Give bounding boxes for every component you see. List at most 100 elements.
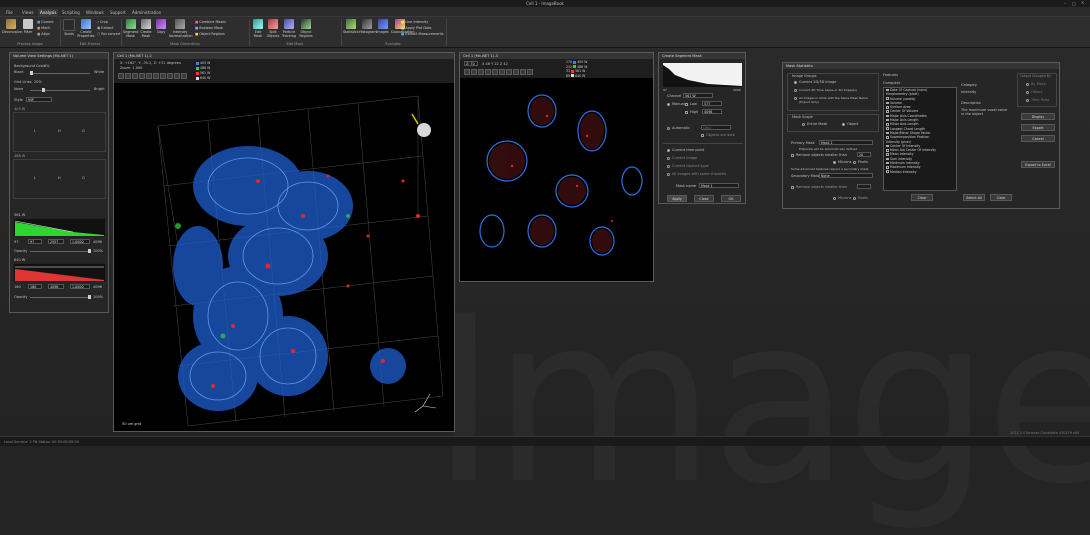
light-tool[interactable]	[160, 73, 166, 79]
channel-640-histogram[interactable]	[13, 263, 106, 282]
microns2-radio[interactable]	[833, 197, 836, 200]
tab-scripting[interactable]: Scripting	[60, 9, 82, 17]
by-object-radio[interactable]	[1026, 91, 1029, 94]
current-time-point-radio[interactable]	[667, 149, 670, 152]
slice-tool-9[interactable]	[520, 69, 526, 75]
clear-all-button[interactable]: Clear	[990, 194, 1012, 201]
feature-checkbox[interactable]	[886, 88, 889, 92]
particle-tracking-button[interactable]: Particle Tracking	[281, 19, 297, 41]
feature-item[interactable]: Median Intensity	[884, 170, 956, 174]
create-properties-button[interactable]: Create Properties	[77, 19, 95, 41]
feature-checkbox[interactable]	[886, 110, 889, 113]
clip-tool[interactable]	[153, 73, 159, 79]
zoom-tool[interactable]	[132, 73, 138, 79]
images-button[interactable]: Images	[375, 19, 390, 41]
channel-561-histogram[interactable]	[13, 218, 106, 237]
line-intensity-button[interactable]: ■ Line Intensity	[401, 20, 428, 25]
slider-knob[interactable]	[30, 71, 33, 75]
style-select[interactable]: MIP	[26, 97, 52, 102]
tab-support[interactable]: Support	[108, 9, 128, 17]
feature-checkbox[interactable]	[886, 118, 889, 122]
segment-mask-button[interactable]: Segment Mask	[123, 19, 138, 41]
ok-button[interactable]: OK	[721, 195, 741, 202]
math-button[interactable]: ■ Math	[37, 26, 50, 31]
slice-tool-1[interactable]	[464, 69, 470, 75]
ch4-opacity-slider[interactable]	[30, 295, 91, 299]
cancel-button[interactable]: Cancel	[1021, 135, 1055, 142]
remove-smaller2-checkbox[interactable]	[791, 186, 794, 189]
slice-tool-3[interactable]	[478, 69, 484, 75]
ch4-mid-field[interactable]: 4096	[48, 284, 64, 289]
all-images-slide-radio[interactable]	[794, 97, 797, 100]
tab-administration[interactable]: Administration	[130, 9, 163, 17]
grid-lines-slider[interactable]	[30, 88, 90, 92]
extract-measurements-button[interactable]: ■ Extract Measurements	[401, 32, 444, 37]
maximize-button[interactable]: □	[1072, 1, 1078, 6]
feature-checkbox[interactable]	[886, 153, 889, 156]
spots-button[interactable]: Spots	[62, 19, 76, 41]
slider-knob[interactable]	[88, 249, 91, 253]
high-field[interactable]: 4096	[702, 109, 722, 114]
automatic-radio[interactable]	[667, 127, 670, 130]
ch4-gamma-field[interactable]: 1.0000	[70, 284, 90, 289]
split-objects-button[interactable]: Split Objects	[266, 19, 280, 41]
feature-checkbox[interactable]	[886, 127, 889, 131]
export-excel-button[interactable]: Export to Excel	[1021, 161, 1055, 168]
by-time-point-radio[interactable]	[1026, 99, 1029, 102]
slice-tool-4[interactable]	[485, 69, 491, 75]
remove-smaller-checkbox[interactable]	[791, 154, 794, 157]
by-mask-radio[interactable]	[1026, 83, 1029, 86]
current-image-radio[interactable]	[667, 157, 670, 160]
slice-image-canvas[interactable]	[462, 81, 651, 277]
channel-select[interactable]: 561 W	[683, 93, 713, 98]
create-mask-button[interactable]: Create Mask	[139, 19, 153, 41]
feature-checkbox[interactable]	[886, 148, 889, 152]
edit-mask-button[interactable]: Edit Mask	[251, 19, 265, 41]
deconvolve-button[interactable]: Deconvolve	[2, 19, 22, 41]
current-time-radio[interactable]	[794, 89, 797, 92]
high-checkbox[interactable]	[685, 111, 688, 114]
ch3-low-field[interactable]: 97	[28, 239, 42, 244]
tab-windows[interactable]: Windows	[84, 9, 106, 17]
feature-checkbox[interactable]	[886, 123, 889, 126]
entire-mask-radio[interactable]	[802, 123, 805, 126]
mask-name-field[interactable]: Mask 1	[699, 183, 739, 188]
current-2d3d-radio[interactable]	[794, 81, 797, 84]
ch3-gamma-field[interactable]: 1.0000	[70, 239, 90, 244]
tab-views[interactable]: Views	[20, 9, 36, 17]
microns-radio[interactable]	[833, 161, 836, 164]
primary-mask-select[interactable]: Mask 1	[819, 140, 873, 145]
feature-checkbox[interactable]	[886, 166, 889, 169]
feature-checkbox[interactable]	[886, 97, 889, 100]
automatic-method-select[interactable]: Otsu	[701, 125, 731, 130]
remove-smaller-field[interactable]: 20	[857, 152, 871, 157]
roi-convert-button[interactable]: ▢ Roi convert	[97, 32, 121, 37]
movie-tool[interactable]	[174, 73, 180, 79]
copy-mask-button[interactable]: Copy	[154, 19, 168, 41]
feature-checkbox[interactable]	[886, 101, 889, 105]
feature-checkbox[interactable]	[886, 170, 889, 174]
objects-dark-checkbox[interactable]	[701, 134, 704, 137]
object-regions-button[interactable]: ■ Object Regions	[195, 32, 225, 37]
feature-checkbox[interactable]	[886, 131, 889, 135]
ch4-low-field[interactable]: 160	[28, 284, 42, 289]
low-checkbox[interactable]	[685, 103, 688, 106]
object-radio[interactable]	[842, 123, 845, 126]
slice-tool-10[interactable]	[527, 69, 533, 75]
feature-checkbox[interactable]	[886, 136, 889, 139]
rotate-tool[interactable]	[118, 73, 124, 79]
filter-button[interactable]: Filter	[21, 19, 35, 41]
clear-button[interactable]: Clear	[911, 194, 933, 201]
apply-button[interactable]: Apply	[667, 195, 687, 202]
volume-render-canvas[interactable]	[118, 86, 451, 429]
features-list[interactable]: Date Of Capture (none) Morphometry (pixel…	[883, 87, 957, 191]
slice-tool-7[interactable]	[506, 69, 512, 75]
histogram-button[interactable]: Histogram	[359, 19, 377, 41]
ch3-mid-field[interactable]: 2957	[48, 239, 64, 244]
object-regions-large-button[interactable]: Object Regions	[299, 19, 313, 41]
crop-button[interactable]: ⌗ Crop	[97, 20, 108, 25]
feature-checkbox[interactable]	[886, 114, 889, 118]
feature-checkbox[interactable]	[886, 105, 889, 109]
low-field[interactable]: 577	[702, 101, 722, 106]
feature-checkbox[interactable]	[886, 161, 889, 165]
